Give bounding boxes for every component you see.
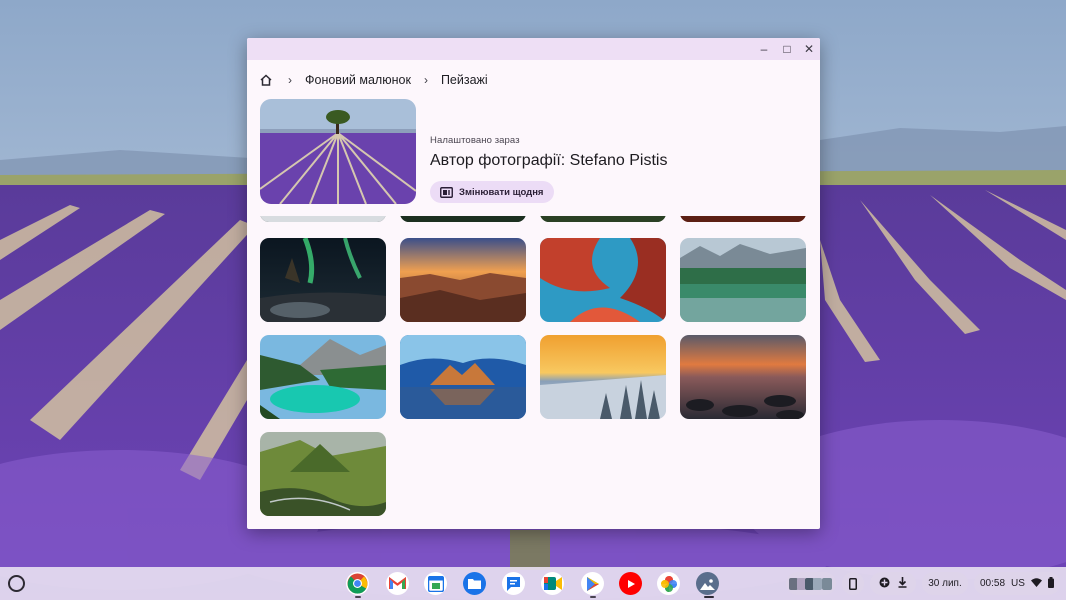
messages-icon[interactable] xyxy=(502,572,525,595)
photos-icon[interactable] xyxy=(657,572,680,595)
wallpaper-tile-mountain-lake[interactable] xyxy=(680,238,806,322)
launcher-icon[interactable] xyxy=(8,575,25,592)
wallpaper-tile-snowy-forest[interactable] xyxy=(540,335,666,419)
current-wallpaper-preview xyxy=(260,99,416,204)
wallpaper-tile[interactable] xyxy=(540,216,666,222)
chrome-icon[interactable] xyxy=(346,572,369,595)
wallpaper-picker-window: – □ ✕ › Фоновий малюнок › Пейзажі Налашт… xyxy=(247,38,820,529)
chevron-right-icon: › xyxy=(423,73,428,87)
change-daily-button[interactable]: Змінювати щодня xyxy=(430,181,555,203)
photo-author: Автор фотографії: Stefano Pistis xyxy=(430,152,668,169)
wallpaper-tile-rocky-shore[interactable] xyxy=(680,335,806,419)
wallpaper-tile[interactable] xyxy=(400,216,526,222)
files-icon[interactable] xyxy=(463,572,486,595)
minimize-button[interactable]: – xyxy=(756,41,772,57)
battery-icon xyxy=(1047,576,1054,591)
system-tray[interactable]: 00:58 US xyxy=(974,572,1060,595)
holding-space-tray[interactable] xyxy=(786,572,836,595)
calendar-icon[interactable] xyxy=(424,572,447,595)
play-store-icon[interactable] xyxy=(581,572,604,595)
wallpaper-tile-ice-cave[interactable] xyxy=(400,335,526,419)
wallpaper-tile-aurora[interactable] xyxy=(260,238,386,322)
youtube-icon[interactable] xyxy=(619,572,642,595)
slideshow-icon xyxy=(440,186,453,198)
running-indicator xyxy=(355,596,361,598)
status-icons-group[interactable] xyxy=(870,572,916,595)
clock: 00:58 xyxy=(980,578,1006,589)
gmail-icon[interactable] xyxy=(386,572,409,595)
wallpaper-tile-red-blue[interactable] xyxy=(540,238,666,322)
phone-hub-icon[interactable] xyxy=(842,572,864,595)
wallpaper-tile-turquoise-lake[interactable] xyxy=(260,335,386,419)
wallpaper-tile[interactable] xyxy=(260,216,386,222)
breadcrumb-landscapes: Пейзажі xyxy=(440,73,488,87)
date-pill[interactable]: 30 лип. xyxy=(922,572,968,595)
breadcrumb: › Фоновий малюнок › Пейзажі xyxy=(259,71,488,89)
wallpaper-grid xyxy=(260,216,807,521)
chevron-right-icon: › xyxy=(288,73,292,87)
wallpaper-app-icon[interactable] xyxy=(696,572,719,595)
download-icon xyxy=(898,576,907,591)
breadcrumb-wallpaper[interactable]: Фоновий малюнок xyxy=(305,73,411,87)
wallpaper-tile[interactable] xyxy=(680,216,806,222)
title-bar[interactable]: – □ ✕ xyxy=(247,38,820,60)
locale-label: US xyxy=(1011,578,1025,589)
close-button[interactable]: ✕ xyxy=(801,41,817,57)
home-icon[interactable] xyxy=(259,72,275,88)
running-indicator xyxy=(590,596,596,598)
add-circle-icon xyxy=(879,577,890,591)
wallpaper-tile-green-valley[interactable] xyxy=(260,432,386,516)
maximize-button[interactable]: □ xyxy=(779,41,795,57)
wallpaper-tile-canyon[interactable] xyxy=(400,238,526,322)
active-indicator xyxy=(704,596,714,598)
wifi-icon xyxy=(1030,577,1042,590)
change-daily-label: Змінювати щодня xyxy=(459,186,544,198)
date-label: 30 лип. xyxy=(928,578,962,589)
current-label: Налаштовано зараз xyxy=(430,135,520,146)
meet-icon[interactable] xyxy=(541,572,564,595)
shelf: 30 лип. 00:58 US xyxy=(0,567,1066,600)
current-wallpaper-info: Налаштовано зараз Автор фотографії: Stef… xyxy=(430,135,667,170)
